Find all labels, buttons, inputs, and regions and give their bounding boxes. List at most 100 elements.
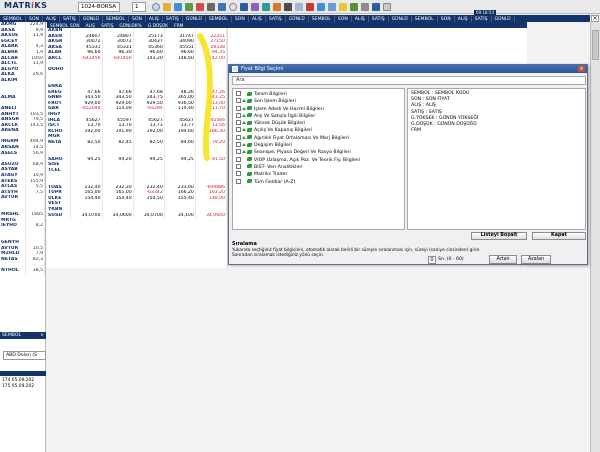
money-icon[interactable] xyxy=(350,3,358,11)
chart-icon[interactable] xyxy=(185,3,193,11)
header-strip-right xyxy=(530,15,590,22)
table-row: 174 05.09.202 xyxy=(2,378,35,383)
checkbox[interactable] xyxy=(236,163,241,169)
field-category-item[interactable]: Yüksek Düşük Bilgileri xyxy=(233,120,404,127)
field-category-label: Matriks Trader xyxy=(254,172,288,178)
leaf-icon xyxy=(247,135,252,140)
leaf-icon xyxy=(247,91,252,96)
field-category-item[interactable]: Açılış Ve Kapanış Bilgileri xyxy=(233,127,404,134)
leaf-icon xyxy=(247,120,252,125)
close-icon[interactable]: × xyxy=(40,332,44,339)
empty-workspace xyxy=(47,268,590,452)
field-category-item[interactable]: BIST- Veri Analitikleri xyxy=(233,163,404,171)
field-category-label: Son İşlem Bilgileri xyxy=(254,99,296,105)
field-category-list: Tanım Bilgileri Son İşlem Bilgileri İşlem … xyxy=(232,88,405,230)
selected-field-item[interactable]: FRM xyxy=(411,128,582,134)
close-icon[interactable]: × xyxy=(591,15,599,22)
exchange-selector[interactable]: 1024-BORSA xyxy=(78,2,120,12)
field-category-label: Seanspe, Piyasa Değeri Ve Rasyo Bilgiler… xyxy=(254,150,351,156)
clock-icon[interactable] xyxy=(229,3,237,11)
field-category-label: Değişim Bilgileri xyxy=(254,143,293,149)
value-cell: 34,0600 xyxy=(195,212,228,219)
field-category-item[interactable]: VIOP Uzlaşma, Açık Poz. Ve Teorik Fiy. B… xyxy=(233,156,404,164)
field-category-item[interactable]: Değişim Bilgileri xyxy=(233,142,404,149)
leaf-icon xyxy=(247,127,252,132)
checkbox[interactable] xyxy=(236,127,241,133)
checkbox[interactable] xyxy=(236,120,241,126)
top-toolbar: MATRiKS 1024-BORSA 1 09:18:54 xyxy=(0,0,600,15)
dropdown-icon[interactable] xyxy=(383,3,391,11)
field-category-label: İşlem Adedi Ve Hacmi Bilgileri xyxy=(254,106,324,112)
field-category-item[interactable]: Seanspe, Piyasa Değeri Ve Rasyo Bilgiler… xyxy=(233,149,404,156)
sort-seconds-input[interactable]: 0 xyxy=(428,256,436,264)
globe-icon[interactable] xyxy=(152,3,160,11)
refresh-icon[interactable] xyxy=(317,3,325,11)
sort-ascending-button[interactable]: Artan xyxy=(489,255,517,264)
field-category-item[interactable]: Matriks Trader xyxy=(233,171,404,178)
print-icon[interactable] xyxy=(361,3,369,11)
checkbox[interactable] xyxy=(236,142,241,148)
grid-icon[interactable] xyxy=(174,3,182,11)
arrow-empty-icon xyxy=(242,180,246,183)
close-button[interactable]: Kapat xyxy=(532,232,586,240)
checkbox[interactable] xyxy=(236,149,241,155)
sort-seconds-label: Sn. (0 - 60) xyxy=(438,257,464,262)
checkbox[interactable] xyxy=(236,112,241,118)
leaf-icon xyxy=(247,179,252,184)
portfolio-icon[interactable] xyxy=(240,3,248,11)
leaf-icon xyxy=(247,164,252,169)
checkbox[interactable] xyxy=(236,98,241,104)
arrow-empty-icon xyxy=(242,92,246,95)
layout-number-selector[interactable]: 1 xyxy=(132,2,146,12)
field-category-item[interactable]: Ağırlıklı Fiyat Ortalaması Ve Marj Bilgi… xyxy=(233,134,404,142)
dialog-title: Fiyat Bilgi Seçimi xyxy=(241,66,284,72)
table-icon[interactable] xyxy=(262,3,270,11)
checkbox[interactable] xyxy=(236,91,241,96)
checkbox[interactable] xyxy=(236,105,241,111)
symbol-cell: SUSD xyxy=(47,212,72,219)
window-icon xyxy=(232,66,238,72)
field-category-item[interactable]: Alış Ve Satışla İlgili Bilgiler xyxy=(233,112,404,120)
checkbox[interactable] xyxy=(236,171,241,177)
field-category-label: BIST- Veri Analitikleri xyxy=(254,164,303,170)
terminal-icon[interactable] xyxy=(284,3,292,11)
help-icon[interactable] xyxy=(372,3,380,11)
settings-icon[interactable] xyxy=(328,3,336,11)
value-cell: 34,0700 xyxy=(133,212,165,219)
value-cell: 34,0700 xyxy=(70,212,103,219)
filter-icon[interactable] xyxy=(273,3,281,11)
field-category-item[interactable]: Son İşlem Bilgileri xyxy=(233,98,404,105)
folder-icon[interactable] xyxy=(163,3,171,11)
star-icon[interactable] xyxy=(339,3,347,11)
analysis-icon[interactable] xyxy=(251,3,259,11)
field-category-label: VIOP Uzlaşma, Açık Poz. Ve Teorik Fiy. B… xyxy=(254,157,361,163)
dialog-title-bar: Fiyat Bilgi Seçimi × xyxy=(229,65,587,73)
stop-icon[interactable] xyxy=(306,3,314,11)
news-icon[interactable] xyxy=(207,3,215,11)
currency-selector[interactable]: ABD Doları (S xyxy=(3,351,46,360)
field-category-item[interactable]: Tüm Fieldlar (A-Z) xyxy=(233,178,404,186)
sort-section-title: Sıralama xyxy=(232,241,257,247)
arrow-up-icon xyxy=(242,128,246,132)
header-strip: SEMBOL SON ALIŞ SATIŞ GÜNLÜ SEMBOL SON ALIŞ SATI… xyxy=(0,15,530,23)
window-icon[interactable] xyxy=(295,3,303,11)
leaf-icon xyxy=(247,98,252,103)
clear-list-button[interactable]: Listeyi Boşalt xyxy=(471,232,527,240)
scrollbar-thumb[interactable] xyxy=(592,30,599,60)
price-cell: 38,5 xyxy=(25,268,45,274)
sembol-tab[interactable]: SEMBOL × xyxy=(0,332,46,339)
field-search-input[interactable]: Ara xyxy=(232,76,586,85)
table-row[interactable]: SUSD 34,0700 34,0600 34,0700 34,100 34,0600 xyxy=(47,212,228,219)
vertical-scrollbar[interactable] xyxy=(590,22,600,452)
sort-descending-button[interactable]: Azalan xyxy=(521,255,551,264)
field-category-item[interactable]: Tanım Bilgileri xyxy=(233,91,404,98)
table-row[interactable]: NTHOL 38,5 xyxy=(0,268,45,274)
checkbox[interactable] xyxy=(236,134,241,140)
arrow-up-icon xyxy=(242,121,246,125)
close-icon[interactable]: × xyxy=(578,66,585,72)
checkbox[interactable] xyxy=(236,156,241,162)
depth-icon[interactable] xyxy=(218,3,226,11)
field-category-item[interactable]: İşlem Adedi Ve Hacmi Bilgileri xyxy=(233,105,404,113)
checkbox[interactable] xyxy=(236,178,241,184)
alarm-icon[interactable] xyxy=(196,3,204,11)
